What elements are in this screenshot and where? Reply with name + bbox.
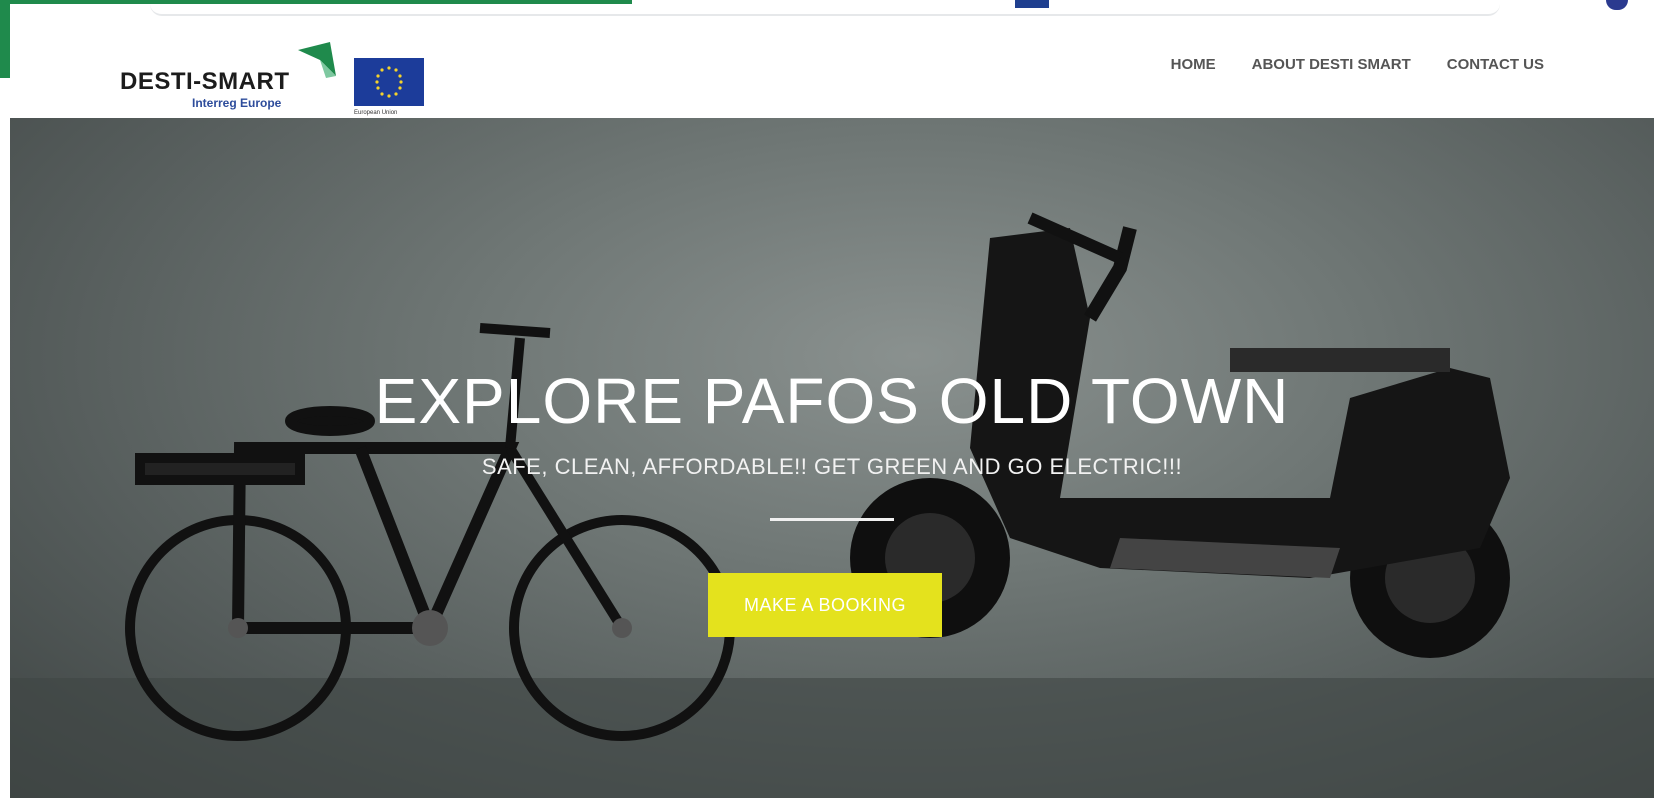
nav-about[interactable]: ABOUT DESTI SMART <box>1252 56 1411 73</box>
logo-subtitle: Interreg Europe <box>192 96 282 110</box>
top-strip <box>0 0 1654 78</box>
hero-title: EXPLORE PAFOS OLD TOWN <box>374 365 1290 437</box>
eu-caption: European Union <box>354 110 398 116</box>
blue-glyph <box>1015 0 1049 8</box>
hero-divider <box>770 518 894 521</box>
hero-banner: EXPLORE PAFOS OLD TOWN SAFE, CLEAN, AFFO… <box>10 118 1654 798</box>
hero-subtitle: SAFE, CLEAN, AFFORDABLE!! GET GREEN AND … <box>481 454 1183 479</box>
nav-contact[interactable]: CONTACT US <box>1447 56 1544 73</box>
logo-text: DESTI-SMART <box>120 68 290 95</box>
site-header: DESTI-SMART Interreg Europe European Uni… <box>10 18 1654 119</box>
search-bar-edge[interactable] <box>150 4 1500 16</box>
logo-arrow-icon <box>298 42 336 78</box>
logo[interactable]: DESTI-SMART Interreg Europe European Uni… <box>120 30 430 116</box>
scooter-image <box>850 212 1510 658</box>
eu-flag-icon <box>354 58 424 106</box>
green-side-bar <box>0 0 10 78</box>
main-nav: HOME ABOUT DESTI SMART CONTACT US <box>1171 56 1544 73</box>
nav-home[interactable]: HOME <box>1171 56 1216 73</box>
make-booking-button[interactable]: MAKE A BOOKING <box>708 573 942 637</box>
profile-icon[interactable] <box>1606 0 1628 10</box>
